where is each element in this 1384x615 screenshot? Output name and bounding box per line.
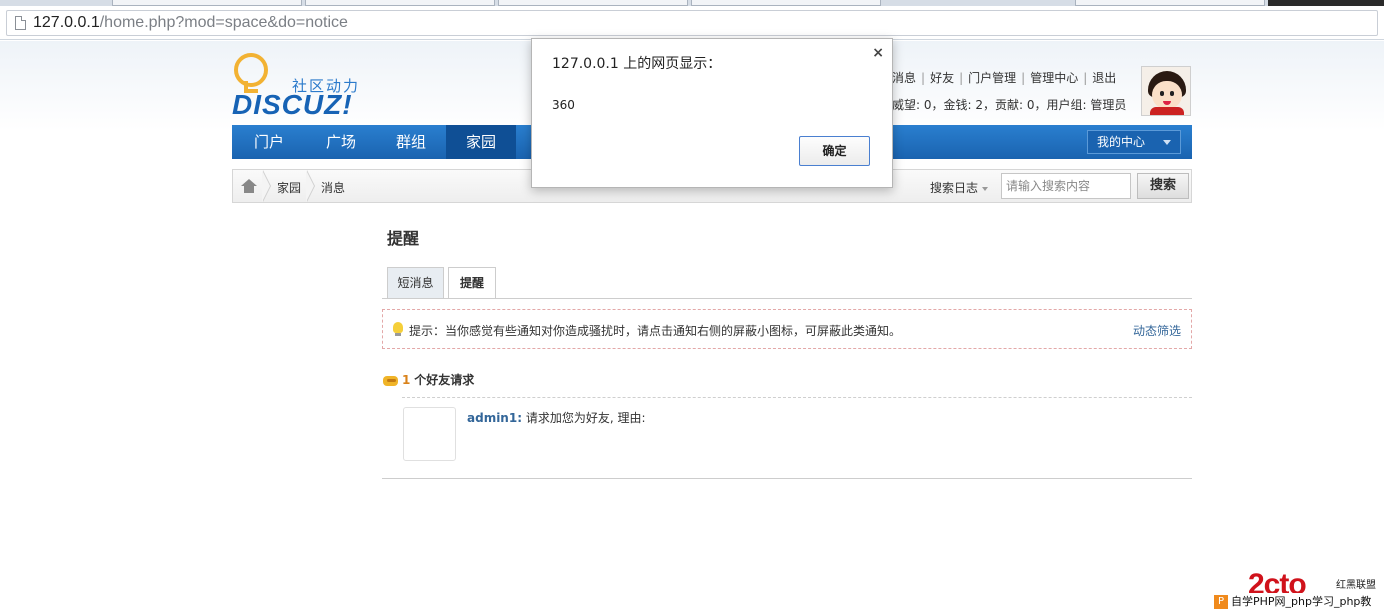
list-item: admin1: 请求加您为好友, 理由: — [467, 409, 646, 426]
tip-text: 提示：当你感觉有些通知对你造成骚扰时，请点击通知右侧的屏蔽小图标，可屏蔽此类通知… — [409, 324, 902, 338]
dialog-message: 360 — [552, 98, 575, 112]
notice-tip: 提示：当你感觉有些通知对你造成骚扰时，请点击通知右侧的屏蔽小图标，可屏蔽此类通知… — [382, 309, 1192, 349]
breadcrumb-messages: 消息 — [321, 181, 346, 195]
avatar[interactable] — [1141, 66, 1191, 116]
request-username[interactable]: admin1: — [467, 411, 522, 425]
url-text[interactable]: 127.0.0.1/home.php?mod=space&do=notice — [33, 14, 348, 32]
request-count: 1 — [402, 373, 411, 387]
breadcrumb-home[interactable]: 家园 — [277, 179, 301, 196]
tabs-divider — [382, 298, 1192, 299]
url-host: 127.0.0.1 — [33, 14, 100, 31]
tab-notices[interactable]: 提醒 — [448, 267, 496, 299]
watermark-bar: P 自学PHP网_php学习_php教 — [1214, 593, 1384, 610]
link-logout[interactable]: 退出 — [1092, 71, 1116, 85]
filter-link[interactable]: 动态筛选 — [1133, 322, 1181, 339]
watermark-p-icon: P — [1214, 595, 1228, 609]
request-label: 个好友请求 — [414, 373, 475, 387]
link-friends[interactable]: 好友 — [930, 71, 954, 85]
friend-request-header: 1 个好友请求 — [383, 371, 474, 389]
link-admin-center[interactable]: 管理中心 — [1030, 71, 1078, 85]
search-input[interactable]: 请输入搜索内容 — [1001, 173, 1131, 199]
watermark-bar-text: 自学PHP网_php学习_php教 — [1231, 595, 1372, 608]
chevron-down-icon — [982, 186, 989, 191]
my-center-dropdown[interactable]: 我的中心 — [1087, 130, 1181, 154]
address-bar: 127.0.0.1/home.php?mod=space&do=notice — [0, 6, 1384, 40]
user-links: 短消息 | 好友 | 门户管理 | 管理中心 | 退出 — [880, 71, 1117, 85]
nav-item-home[interactable]: 家园 — [446, 125, 516, 159]
breadcrumb-separator — [262, 170, 273, 202]
nav-item-plaza[interactable]: 广场 — [306, 125, 376, 159]
nav-item-groups[interactable]: 群组 — [376, 125, 446, 159]
tab-messages[interactable]: 短消息 — [387, 267, 444, 299]
page-icon — [15, 16, 26, 30]
lightbulb-icon — [393, 322, 403, 336]
watermark-side-text: 红黑联盟 — [1336, 580, 1376, 591]
alert-dialog: 127.0.0.1 上的网页显示： × 360 确定 — [531, 38, 893, 188]
lightbulb-icon — [234, 53, 268, 93]
request-avatar[interactable] — [403, 407, 456, 461]
home-icon[interactable] — [241, 179, 257, 193]
page-title: 提醒 — [387, 229, 420, 248]
breadcrumb-separator — [306, 170, 317, 202]
search-type-select[interactable]: 搜索日志 — [930, 179, 989, 196]
my-center-label: 我的中心 — [1097, 135, 1146, 149]
search-button[interactable]: 搜索 — [1137, 173, 1189, 199]
discuz-logo[interactable]: 社区动力 DISCUZ! — [232, 53, 372, 123]
logo-wordmark: DISCUZ! — [232, 89, 353, 120]
url-field[interactable]: 127.0.0.1/home.php?mod=space&do=notice — [6, 10, 1378, 36]
url-path: /home.php?mod=space&do=notice — [99, 14, 348, 31]
search-type-label: 搜索日志 — [930, 181, 979, 195]
chevron-down-icon — [1163, 140, 1171, 145]
user-credits: ，威望: 0，金钱: 2，贡献: 0，用户组: 管理员 — [880, 98, 1127, 112]
nav-item-portal[interactable]: 门户 — [232, 125, 306, 159]
handshake-icon — [383, 375, 398, 386]
ok-button[interactable]: 确定 — [799, 136, 870, 166]
request-message: 请求加您为好友, 理由: — [525, 411, 646, 425]
content-divider — [382, 478, 1192, 479]
watermark: 2cto 红黑联盟 P 自学PHP网_php学习_php教 — [1214, 570, 1384, 615]
dialog-title: 127.0.0.1 上的网页显示： — [552, 56, 722, 72]
request-divider — [402, 397, 1192, 398]
link-portal-admin[interactable]: 门户管理 — [968, 71, 1016, 85]
close-icon[interactable]: × — [872, 45, 884, 61]
